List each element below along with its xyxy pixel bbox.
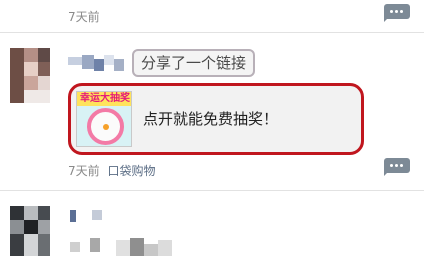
prize-wheel-icon (87, 108, 124, 145)
username-redacted[interactable] (70, 210, 110, 222)
avatar[interactable] (10, 206, 50, 256)
post-time: 7天前 (68, 164, 100, 178)
post-source-link[interactable]: 口袋购物 (107, 164, 155, 178)
divider (0, 32, 424, 33)
comment-icon[interactable] (384, 158, 410, 176)
post-meta: 7天前 口袋购物 (68, 162, 155, 179)
comment-icon[interactable] (384, 4, 410, 22)
post-content-redacted (70, 238, 180, 256)
top-item-time: 7天前 (68, 10, 100, 24)
thumbnail-banner: 幸运大抽奖 (77, 92, 131, 106)
avatar[interactable] (10, 48, 50, 103)
link-title: 点开就能免费抽奖！ (143, 110, 279, 128)
divider (0, 190, 424, 191)
share-action-text: 分享了一个链接 (132, 49, 256, 77)
username-redacted[interactable] (68, 55, 128, 71)
link-thumbnail: 幸运大抽奖 (76, 91, 132, 147)
link-card[interactable]: 幸运大抽奖 点开就能免费抽奖！ (68, 83, 364, 155)
